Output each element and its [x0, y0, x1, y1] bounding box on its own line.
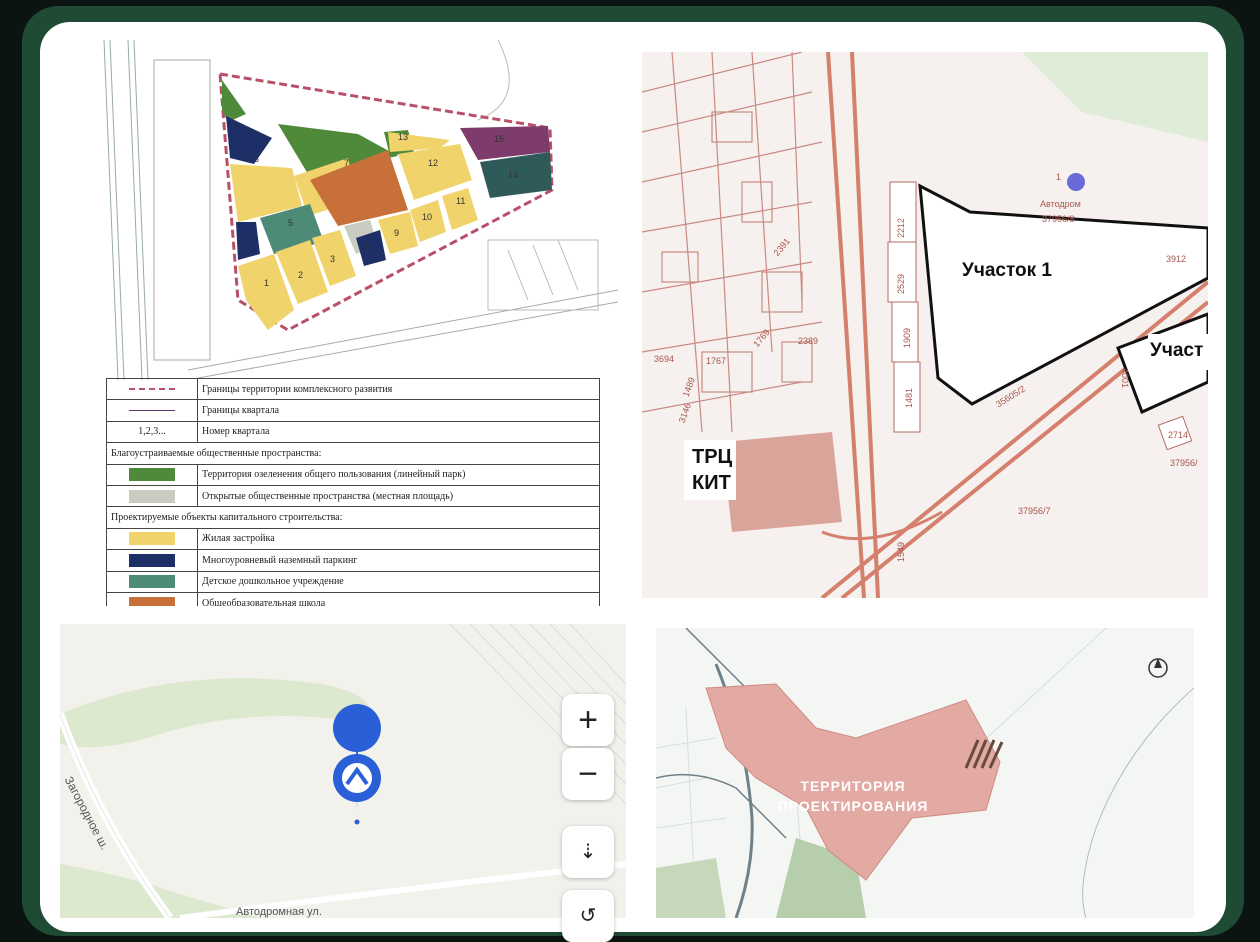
cad-num: 1909 — [902, 328, 912, 348]
block-label: 1 — [264, 278, 269, 288]
cadastral-map: Автодром 37956/8 3912 2212 2529 1909 148… — [642, 52, 1208, 598]
block-label: 5 — [288, 218, 293, 228]
mall-label: ТРЦ КИТ — [692, 446, 733, 494]
legend-label: Номер квартала — [197, 420, 600, 444]
legend-symbol-text: 1,2,3... — [106, 420, 198, 444]
plot2-label: Участ — [1150, 340, 1204, 361]
plan-legend: Границы территории комплексного развития… — [106, 377, 600, 615]
legend-header: Благоустраиваемые общественные пространс… — [106, 442, 600, 465]
street-map — [60, 624, 626, 918]
legend-label: Территория озеленения общего пользования… — [197, 463, 600, 486]
block-label: 7 — [344, 158, 349, 168]
legend-row: Границы квартала — [106, 399, 600, 422]
territory-panel[interactable]: ТЕРРИТОРИЯ ПРОЕКТИРОВАНИЯ — [656, 628, 1194, 918]
block-label: 11 — [456, 196, 465, 206]
legend-header: Проектируемые объекты капитального строи… — [106, 506, 600, 529]
cad-num: 2389 — [798, 336, 818, 346]
cad-num: 4001 — [1120, 368, 1130, 388]
poi-icon — [1067, 173, 1085, 191]
block-label: 12 — [428, 158, 438, 168]
territory-map — [656, 628, 1194, 918]
legend-label: Границы территории комплексного развития — [197, 377, 600, 401]
legend-row: Многоуровневый наземный паркинг — [106, 549, 600, 572]
block-label: 10 — [422, 212, 432, 222]
compass-icon: ⇣ — [579, 841, 597, 863]
cad-num: 3912 — [1166, 254, 1186, 264]
cadastral-panel[interactable]: Автодром 37956/8 3912 2212 2529 1909 148… — [642, 52, 1208, 598]
block-label: 3 — [330, 254, 335, 264]
legend-row: Границы территории комплексного развития — [106, 377, 600, 401]
legend-row: Территория озеленения общего пользования… — [106, 463, 600, 486]
rotate-compass-button[interactable]: ⇣ — [562, 826, 614, 878]
legend-row: Жилая застройка — [106, 527, 600, 551]
legend-label: Открытые общественные пространства (мест… — [197, 484, 600, 508]
block-label: 13 — [398, 132, 408, 142]
cad-num: 1489 — [681, 376, 697, 398]
location-pin-icon[interactable] — [333, 704, 381, 825]
territory-label: ТЕРРИТОРИЯ ПРОЕКТИРОВАНИЯ — [777, 778, 929, 814]
cad-num: 1 — [1056, 172, 1061, 182]
plan-map: 1 2 3 4 5 6 7 8 9 10 11 12 13 14 15 — [103, 40, 619, 380]
block-label: 4 — [244, 234, 249, 244]
legend-clip — [58, 606, 626, 620]
block-label: 6 — [254, 154, 259, 164]
block-label: 9 — [394, 228, 399, 238]
legend-row: Детское дошкольное учреждение — [106, 570, 600, 593]
block-label: 2 — [298, 270, 303, 280]
plot1-label: Участок 1 — [962, 260, 1052, 281]
cad-num: 2529 — [896, 274, 906, 294]
poi-label: Автодром — [1040, 199, 1081, 209]
cad-num: 37956/ — [1170, 458, 1198, 468]
block-label: 14 — [508, 170, 518, 180]
cad-num: 3694 — [654, 354, 674, 364]
cad-num: 2714 — [1168, 430, 1188, 440]
zoom-out-button[interactable]: − — [562, 748, 614, 800]
route-button[interactable]: ↺ — [562, 890, 614, 942]
block-label: 8 — [364, 242, 369, 252]
block-label: 15 — [494, 134, 504, 144]
legend-row: Открытые общественные пространства (мест… — [106, 484, 600, 508]
legend-label: Жилая застройка — [197, 527, 600, 551]
cad-num: 37956/7 — [1018, 506, 1051, 516]
cad-num: 1481 — [904, 388, 914, 408]
legend-label: Границы квартала — [197, 399, 600, 422]
cad-num: 1549 — [896, 542, 906, 562]
zoom-in-button[interactable]: + — [562, 694, 614, 746]
cad-num: 37956/8 — [1042, 214, 1075, 224]
legend-label: Детское дошкольное учреждение — [197, 570, 600, 593]
route-icon: ↺ — [579, 905, 597, 927]
cad-num: 2391 — [771, 236, 792, 258]
cad-num: 2212 — [896, 218, 906, 238]
cad-num: 1767 — [706, 356, 726, 366]
mall-block — [722, 432, 842, 532]
street-label: Автодромная ул. — [236, 906, 322, 918]
legend-label: Многоуровневый наземный паркинг — [197, 549, 600, 572]
interactive-map-panel[interactable]: Загородное ш. Автодромная ул. — [60, 624, 626, 918]
legend-row: 1,2,3... Номер квартала — [106, 420, 600, 444]
